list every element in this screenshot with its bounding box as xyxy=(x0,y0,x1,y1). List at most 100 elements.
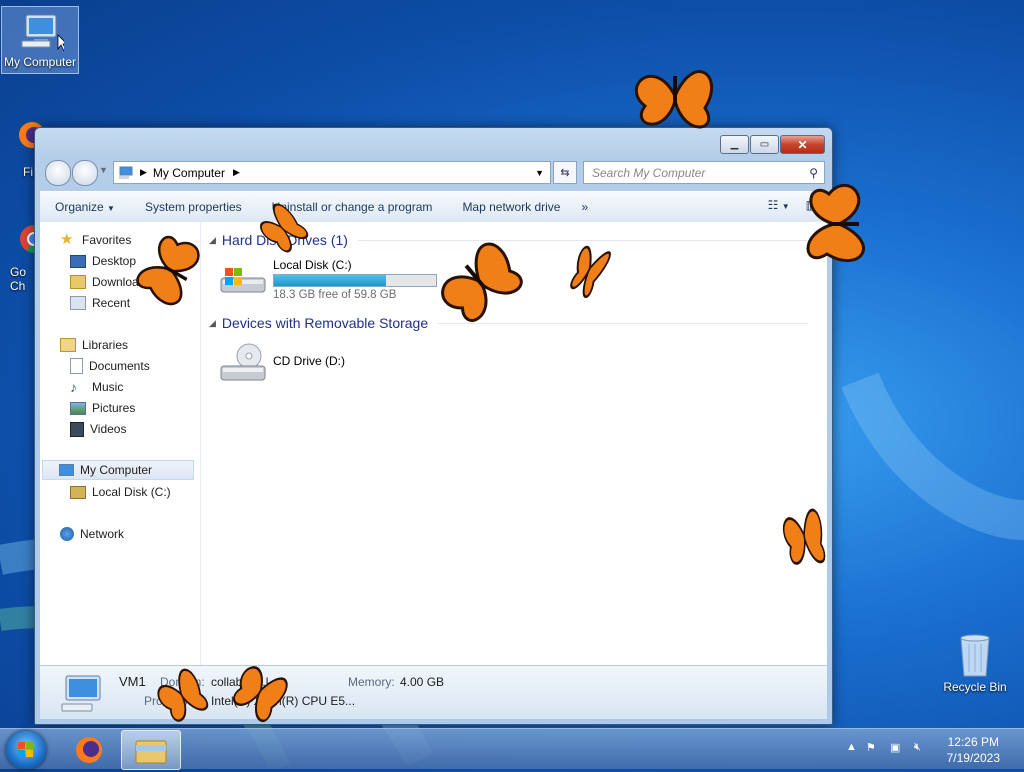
star-icon: ★ xyxy=(60,231,74,248)
drive-usage-bar xyxy=(273,274,437,287)
butterfly-icon xyxy=(233,666,288,722)
windows-logo-icon xyxy=(18,742,33,757)
volume-muted-icon[interactable]: 🔇︎ xyxy=(914,741,921,754)
network-icon xyxy=(60,527,74,541)
clock-time: 12:26 PM xyxy=(947,735,999,749)
butterfly-icon xyxy=(570,245,611,298)
map-network-drive-button[interactable]: Map network drive xyxy=(447,200,575,214)
computer-icon xyxy=(59,464,74,476)
group-title: Devices with Removable Storage xyxy=(221,315,429,331)
refresh-icon: ⇆ xyxy=(560,167,570,179)
taskbar: ▲ ⚑ ▣ 🔇︎ 12:26 PM 7/19/2023 xyxy=(0,728,1024,770)
nav-label: Pictures xyxy=(92,401,136,415)
taskbar-explorer[interactable] xyxy=(121,730,181,770)
drive-icon xyxy=(70,485,86,499)
refresh-button[interactable]: ⇆ xyxy=(553,161,577,184)
nav-libraries[interactable]: Libraries xyxy=(60,335,128,355)
butterfly-icon xyxy=(634,70,714,129)
maximize-icon: ▭ xyxy=(759,139,770,150)
breadcrumb-my-computer[interactable]: My Computer xyxy=(153,166,225,180)
search-placeholder: Search My Computer xyxy=(592,165,706,180)
organize-button[interactable]: Organize ▼ xyxy=(40,200,130,214)
breadcrumb-separator-icon[interactable]: ▶ xyxy=(140,167,147,178)
collapse-icon: ◢ xyxy=(209,317,216,328)
recent-places-icon xyxy=(70,296,86,310)
nav-videos[interactable]: Videos xyxy=(70,419,126,439)
back-button[interactable] xyxy=(45,160,71,186)
command-bar: Organize ▼ System properties Uninstall o… xyxy=(40,191,827,223)
libraries-icon xyxy=(60,338,76,352)
system-properties-button[interactable]: System properties xyxy=(130,200,257,214)
drive-free-space: 18.3 GB free of 59.8 GB xyxy=(273,289,397,301)
navigation-bar: ▼ ▶ My Computer ▶ ▼ ⇆ Search My Computer… xyxy=(43,160,825,186)
forward-button[interactable] xyxy=(72,160,98,186)
show-hidden-icons-icon[interactable]: ▲ xyxy=(846,741,857,753)
close-icon: ✕ xyxy=(797,137,808,152)
nav-music[interactable]: ♪ Music xyxy=(70,377,123,397)
minimize-icon: ▁ xyxy=(730,139,739,150)
nav-local-disk[interactable]: Local Disk (C:) xyxy=(70,482,171,502)
music-icon: ♪ xyxy=(70,379,77,395)
memory-label: Memory: xyxy=(348,675,395,689)
documents-icon xyxy=(70,358,83,374)
drive-local-disk-c[interactable]: Local Disk (C:) 18.3 GB free of 59.8 GB xyxy=(219,258,437,301)
windows-drive-icon xyxy=(220,268,266,293)
firefox-icon xyxy=(76,737,102,763)
nav-label: Videos xyxy=(90,422,127,436)
close-button[interactable]: ✕ xyxy=(780,135,825,154)
desktop-icon-label: Recycle Bin xyxy=(943,680,1007,694)
chevron-down-icon: ▼ xyxy=(107,204,115,213)
memory-value: 4.00 GB xyxy=(400,675,445,689)
clock-date: 7/19/2023 xyxy=(946,751,1000,765)
explorer-window: ▁ ▭ ✕ ▼ ▶ My Computer ▶ ▼ ⇆ Search My Co… xyxy=(34,127,833,725)
pictures-icon xyxy=(70,401,86,415)
maximize-button[interactable]: ▭ xyxy=(750,135,779,154)
nav-recent[interactable]: Recent xyxy=(70,293,130,313)
nav-network[interactable]: Network xyxy=(60,524,124,544)
desktop-icon-label: My Computer xyxy=(3,55,77,69)
nav-my-computer[interactable]: My Computer xyxy=(42,460,194,480)
nav-label: Documents xyxy=(89,359,150,373)
clock[interactable]: 12:26 PM 7/19/2023 xyxy=(947,734,1000,766)
butterfly-icon xyxy=(441,242,523,322)
butterfly-icon xyxy=(260,203,309,253)
more-commands-button[interactable]: » xyxy=(575,200,594,214)
drive-name: CD Drive (D:) xyxy=(273,354,345,368)
window-controls: ▁ ▭ ✕ xyxy=(719,135,825,154)
computer-name: VM1 xyxy=(119,674,146,689)
computer-icon xyxy=(16,9,68,57)
action-center-icon[interactable]: ⚑ xyxy=(866,741,876,754)
butterfly-icon xyxy=(782,508,826,565)
nav-documents[interactable]: Documents xyxy=(70,356,150,376)
videos-icon xyxy=(70,421,84,437)
nav-label: Music xyxy=(92,380,124,394)
nav-label: My Computer xyxy=(80,463,153,477)
address-bar[interactable]: ▶ My Computer ▶ ▼ xyxy=(113,161,551,184)
computer-large-icon xyxy=(61,675,101,712)
butterfly-icon xyxy=(806,183,865,263)
nav-label: Local Disk (C:) xyxy=(92,485,171,499)
butterfly-icon xyxy=(157,668,209,722)
nav-pictures[interactable]: Pictures xyxy=(70,398,135,418)
nav-favorites[interactable]: ★ Favorites xyxy=(60,230,131,250)
nav-label: Libraries xyxy=(82,338,129,352)
drive-cd-d[interactable]: CD Drive (D:) xyxy=(219,340,345,386)
breadcrumb-separator-icon[interactable]: ▶ xyxy=(233,167,240,178)
desktop-icon-my-computer[interactable]: My Computer xyxy=(1,6,79,74)
butterfly-icon xyxy=(136,235,200,306)
nav-label: Network xyxy=(80,527,125,541)
folder-icon xyxy=(135,740,167,764)
desktop-icon xyxy=(70,254,86,268)
taskbar-firefox[interactable] xyxy=(60,730,118,768)
start-button[interactable] xyxy=(6,731,46,769)
recycle-bin-icon xyxy=(951,632,999,680)
downloads-icon xyxy=(70,275,86,289)
organize-label: Organize xyxy=(55,200,104,214)
cd-drive-icon xyxy=(220,343,266,381)
desktop-icon-recycle-bin[interactable]: Recycle Bin xyxy=(937,630,1013,700)
address-dropdown-icon[interactable]: ▼ xyxy=(535,168,544,178)
network-status-icon[interactable]: ▣ xyxy=(890,741,900,754)
computer-small-icon xyxy=(119,166,133,179)
recent-pages-dropdown-icon[interactable]: ▼ xyxy=(99,165,108,175)
drive-usage-fill xyxy=(274,275,387,286)
